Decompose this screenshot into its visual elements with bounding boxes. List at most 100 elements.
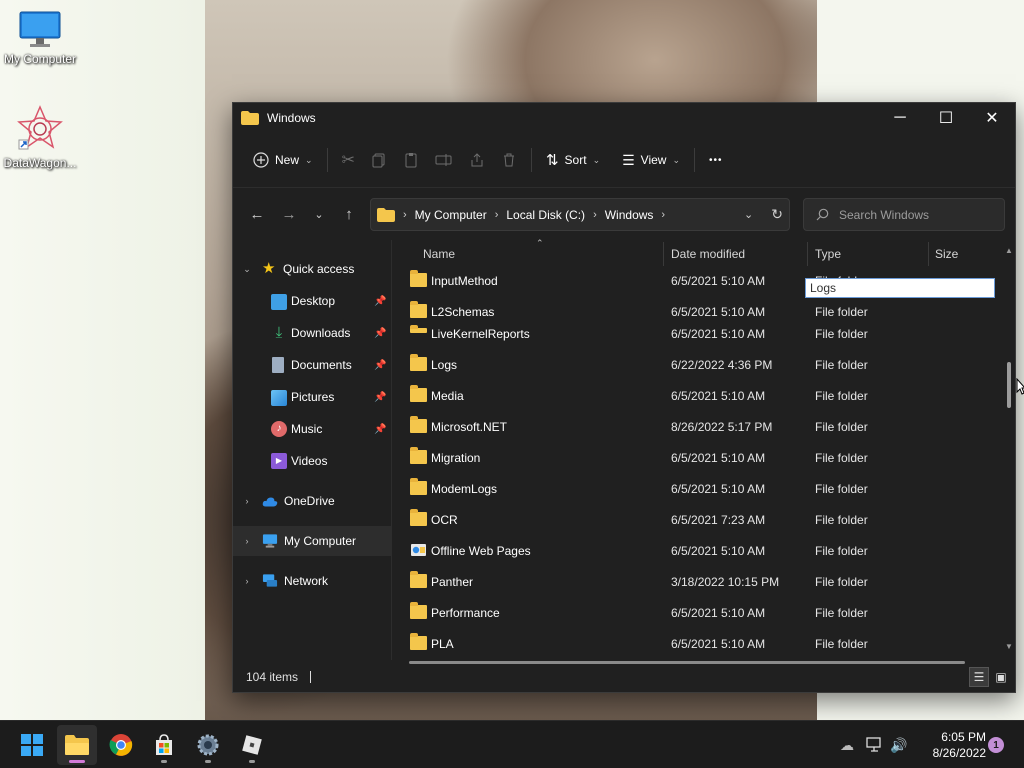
- breadcrumb-windows[interactable]: Windows: [605, 208, 654, 222]
- refresh-button[interactable]: ↻: [771, 206, 783, 223]
- taskbar-chrome[interactable]: [101, 725, 141, 765]
- file-row[interactable]: Logs 6/22/2022 4:36 PM File folder: [392, 349, 1004, 380]
- sidebar-item-pictures[interactable]: Pictures 📌: [233, 382, 391, 412]
- folder-icon: [410, 509, 427, 526]
- file-row[interactable]: Performance 6/5/2021 5:10 AM File folder: [392, 597, 1004, 628]
- desktop-icon-datawagon[interactable]: DataWagon...: [0, 104, 80, 170]
- breadcrumb-chevron-icon: ›: [403, 208, 407, 221]
- arrow-up-icon: ↑: [345, 205, 353, 223]
- sort-button[interactable]: ⇅ Sort ⌄: [538, 143, 608, 177]
- rename-button[interactable]: [427, 143, 461, 177]
- column-divider[interactable]: [928, 242, 929, 266]
- file-date: 6/5/2021 5:10 AM: [671, 388, 766, 403]
- sidebar-item-network[interactable]: › Network: [233, 566, 391, 596]
- minimize-button[interactable]: ─: [877, 103, 923, 133]
- back-button[interactable]: ←: [241, 198, 273, 230]
- search-input[interactable]: Search Windows: [803, 198, 1005, 231]
- scroll-up-icon[interactable]: ▲: [1005, 246, 1013, 255]
- network-status-icon[interactable]: [866, 737, 884, 753]
- file-date: 6/5/2021 5:10 AM: [671, 605, 766, 620]
- thumbnails-view-button[interactable]: ▣: [991, 667, 1011, 687]
- column-header-label: Date modified: [671, 247, 746, 261]
- computer-icon: [262, 534, 278, 548]
- file-row[interactable]: Panther 3/18/2022 10:15 PM File folder: [392, 566, 1004, 597]
- taskbar-settings[interactable]: [188, 725, 228, 765]
- file-name: Panther: [431, 574, 474, 589]
- view-button[interactable]: ☰ View ⌄: [614, 143, 688, 177]
- volume-icon[interactable]: 🔊: [890, 737, 907, 754]
- clock[interactable]: 6:05 PM 8/26/2022: [918, 729, 986, 761]
- maximize-button[interactable]: ☐: [923, 103, 969, 133]
- taskbar-store[interactable]: [144, 725, 184, 765]
- breadcrumb-chevron-icon: ›: [593, 208, 597, 221]
- sidebar-item-videos[interactable]: ▶ Videos: [233, 446, 391, 476]
- address-bar[interactable]: › My Computer › Local Disk (C:) › Window…: [370, 198, 790, 231]
- recent-locations-button[interactable]: ⌄: [305, 198, 333, 230]
- onedrive-offline-icon[interactable]: ☁: [840, 737, 854, 754]
- chevron-down-icon: ⌄: [314, 208, 324, 221]
- desktop-icon: [271, 294, 287, 310]
- file-date: 6/5/2021 5:10 AM: [671, 481, 766, 496]
- file-date: 6/22/2022 4:36 PM: [671, 357, 773, 372]
- vertical-scrollbar[interactable]: ▲ ▼: [1003, 240, 1015, 660]
- rename-value: Logs: [810, 281, 837, 295]
- chevron-down-icon: ⌄: [592, 154, 601, 165]
- file-row[interactable]: Migration 6/5/2021 5:10 AM File folder: [392, 442, 1004, 473]
- close-button[interactable]: ✕: [969, 103, 1015, 133]
- breadcrumb-my-computer[interactable]: My Computer: [415, 208, 487, 222]
- new-button[interactable]: New ⌄: [245, 143, 321, 177]
- file-row[interactable]: Offline Web Pages 6/5/2021 5:10 AM File …: [392, 535, 1004, 566]
- download-icon: ⤓: [275, 324, 283, 341]
- folder-icon: [410, 571, 427, 588]
- file-row[interactable]: Media 6/5/2021 5:10 AM File folder: [392, 380, 1004, 411]
- sidebar-item-label: Videos: [291, 454, 328, 468]
- file-row[interactable]: ModemLogs 6/5/2021 5:10 AM File folder: [392, 473, 1004, 504]
- more-options-button[interactable]: •••: [701, 143, 731, 177]
- column-header-date[interactable]: Date modified: [671, 240, 745, 268]
- delete-button[interactable]: [493, 143, 525, 177]
- file-name: Performance: [431, 605, 500, 620]
- sidebar-item-desktop[interactable]: Desktop 📌: [233, 286, 391, 316]
- scroll-down-icon[interactable]: ▼: [1005, 642, 1013, 651]
- taskbar-file-explorer[interactable]: [57, 725, 97, 765]
- column-header-type[interactable]: Type: [815, 240, 841, 268]
- column-divider[interactable]: [663, 242, 664, 266]
- sidebar-item-my-computer[interactable]: › My Computer: [233, 526, 391, 556]
- start-button[interactable]: [12, 725, 52, 765]
- file-row[interactable]: LiveKernelReports 6/5/2021 5:10 AM File …: [392, 318, 1004, 349]
- roblox-icon: [242, 735, 262, 755]
- paste-button[interactable]: [395, 143, 427, 177]
- notification-badge[interactable]: 1: [988, 737, 1004, 753]
- file-name: L2Schemas: [431, 304, 495, 319]
- title-bar[interactable]: Windows ─ ☐ ✕: [233, 103, 1015, 133]
- column-header-label: Size: [935, 247, 959, 261]
- forward-button[interactable]: →: [273, 198, 305, 230]
- details-view-button[interactable]: ☰: [969, 667, 989, 687]
- sidebar-item-music[interactable]: ♪ Music 📌: [233, 414, 391, 444]
- copy-button[interactable]: [363, 143, 395, 177]
- rename-input[interactable]: Logs: [805, 278, 995, 298]
- chevron-down-icon: ⌄: [305, 154, 313, 165]
- column-divider[interactable]: [807, 242, 808, 266]
- sidebar-item-documents[interactable]: Documents 📌: [233, 350, 391, 380]
- taskbar-roblox[interactable]: [232, 725, 272, 765]
- column-header-name[interactable]: Name: [423, 240, 455, 268]
- up-button[interactable]: ↑: [333, 198, 365, 230]
- file-type: File folder: [815, 326, 868, 341]
- sidebar-item-quick-access[interactable]: ⌄ ★ Quick access: [233, 254, 391, 284]
- sidebar-item-onedrive[interactable]: › OneDrive: [233, 486, 391, 516]
- column-header-size[interactable]: Size: [935, 240, 958, 268]
- file-row[interactable]: PLA 6/5/2021 5:10 AM File folder: [392, 628, 1004, 659]
- file-row[interactable]: Microsoft.NET 8/26/2022 5:17 PM File fol…: [392, 411, 1004, 442]
- breadcrumb-chevron-icon: ›: [494, 208, 499, 221]
- scrollbar-thumb[interactable]: [1007, 362, 1011, 408]
- breadcrumb-local-disk[interactable]: Local Disk (C:): [506, 208, 585, 222]
- folder-icon: [410, 416, 427, 433]
- desktop-icon-my-computer[interactable]: My Computer: [0, 10, 80, 66]
- file-row[interactable]: OCR 6/5/2021 7:23 AM File folder: [392, 504, 1004, 535]
- file-name: Migration: [431, 450, 481, 465]
- address-history-dropdown[interactable]: ⌄: [744, 208, 753, 221]
- share-button[interactable]: [461, 143, 493, 177]
- cut-button[interactable]: ✂: [334, 143, 363, 177]
- sidebar-item-downloads[interactable]: ⤓ Downloads 📌: [233, 318, 391, 348]
